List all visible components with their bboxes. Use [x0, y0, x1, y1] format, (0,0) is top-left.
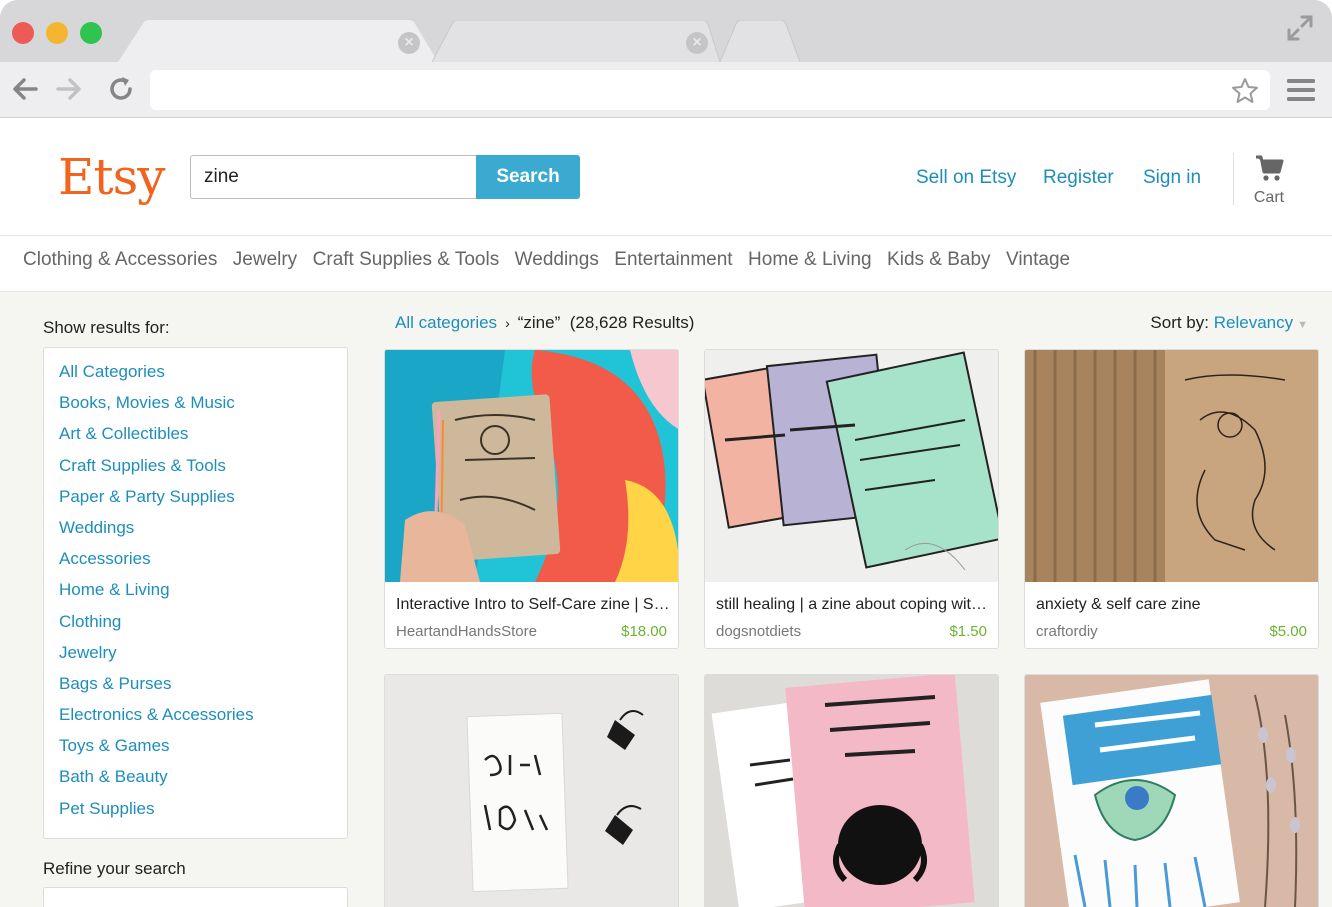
- filter-home-living[interactable]: Home & Living: [59, 578, 254, 609]
- filter-paper-party-supplies[interactable]: Paper & Party Supplies: [59, 485, 254, 516]
- filter-toys-games[interactable]: Toys & Games: [59, 734, 254, 765]
- close-icon[interactable]: ×: [398, 32, 420, 54]
- listing-card[interactable]: [384, 674, 679, 907]
- listing-price: $5.00: [1269, 623, 1307, 640]
- listing-shop[interactable]: craftordiy: [1036, 623, 1098, 640]
- catnav-item-craft-supplies[interactable]: Craft Supplies & Tools: [313, 249, 500, 271]
- new-tab-shape: [719, 20, 801, 62]
- listing-price: $18.00: [621, 623, 667, 640]
- listing-shop[interactable]: HeartandHandsStore: [396, 623, 537, 640]
- listing-image[interactable]: [385, 675, 679, 907]
- catnav-item-jewelry[interactable]: Jewelry: [233, 249, 297, 271]
- breadcrumb-query: “zine”: [517, 313, 561, 332]
- menu-icon[interactable]: [1286, 78, 1316, 102]
- maximize-window-button[interactable]: [80, 22, 102, 44]
- category-nav: Clothing & Accessories Jewelry Craft Sup…: [0, 236, 1332, 292]
- browser-window: × × Etsy zine Search Sell on Etsy Regist…: [0, 0, 1332, 907]
- listing-card[interactable]: [704, 674, 999, 907]
- etsy-logo[interactable]: Etsy: [58, 148, 165, 206]
- search-input[interactable]: [190, 155, 477, 199]
- catnav-item-home-living[interactable]: Home & Living: [748, 249, 872, 271]
- catnav-item-clothing-accessories[interactable]: Clothing & Accessories: [23, 249, 217, 271]
- close-icon[interactable]: ×: [686, 32, 708, 54]
- listing-image[interactable]: [705, 675, 999, 907]
- breadcrumb-separator: ›: [505, 315, 510, 331]
- etsy-page: Etsy Search Sell on Etsy Register Sign i…: [0, 118, 1332, 907]
- filter-bath-beauty[interactable]: Bath & Beauty: [59, 765, 254, 796]
- site-header: Etsy Search Sell on Etsy Register Sign i…: [0, 118, 1332, 236]
- listing-image[interactable]: [705, 350, 999, 582]
- listing-title[interactable]: still healing | a zine about coping with…: [716, 596, 991, 614]
- forward-arrow-icon[interactable]: [54, 74, 84, 104]
- filter-clothing[interactable]: Clothing: [59, 610, 254, 641]
- cart-button[interactable]: Cart: [1250, 154, 1288, 206]
- sidebar-title: Show results for:: [43, 318, 170, 337]
- catnav-item-entertainment[interactable]: Entertainment: [614, 249, 732, 271]
- catnav-item-kids-baby[interactable]: Kids & Baby: [887, 249, 991, 271]
- listing-image[interactable]: [385, 350, 679, 582]
- listing-card[interactable]: [1024, 674, 1319, 907]
- cart-divider: [1233, 153, 1234, 205]
- category-filter-list: All Categories Books, Movies & Music Art…: [43, 347, 348, 839]
- catnav-item-vintage[interactable]: Vintage: [1006, 249, 1070, 271]
- breadcrumb: All categories › “zine” (28,628 Results): [395, 313, 694, 333]
- filter-bags-purses[interactable]: Bags & Purses: [59, 672, 254, 703]
- filter-accessories[interactable]: Accessories: [59, 547, 254, 578]
- refine-title: Refine your search: [43, 859, 186, 878]
- register-link[interactable]: Register: [1043, 167, 1114, 189]
- browser-titlebar: × ×: [0, 0, 1332, 62]
- sort-dropdown[interactable]: Relevancy: [1214, 313, 1293, 332]
- listing-card[interactable]: Interactive Intro to Self-Care zine | Se…: [384, 349, 679, 649]
- sort-label: Sort by:: [1150, 313, 1209, 332]
- catnav-item-weddings[interactable]: Weddings: [515, 249, 599, 271]
- filter-craft-supplies-tools[interactable]: Craft Supplies & Tools: [59, 454, 254, 485]
- fullscreen-icon[interactable]: [1286, 14, 1314, 42]
- star-icon[interactable]: [1230, 76, 1260, 106]
- breadcrumb-all-categories[interactable]: All categories: [395, 313, 497, 332]
- address-bar[interactable]: [150, 70, 1270, 110]
- filter-art-collectibles[interactable]: Art & Collectibles: [59, 422, 254, 453]
- listing-title[interactable]: anxiety & self care zine: [1036, 596, 1311, 614]
- filter-all-categories[interactable]: All Categories: [59, 360, 254, 391]
- cart-icon: [1256, 155, 1284, 181]
- filter-jewelry[interactable]: Jewelry: [59, 641, 254, 672]
- new-tab-button[interactable]: [710, 20, 810, 62]
- sell-on-etsy-link[interactable]: Sell on Etsy: [916, 167, 1016, 189]
- sort-control: Sort by: Relevancy ▼: [1150, 313, 1308, 333]
- browser-toolbar: [0, 62, 1332, 118]
- result-count: (28,628 Results): [569, 313, 695, 332]
- cart-label: Cart: [1253, 189, 1285, 206]
- chevron-down-icon[interactable]: ▼: [1297, 319, 1308, 331]
- listing-image[interactable]: [1025, 350, 1319, 582]
- listing-image[interactable]: [1025, 675, 1319, 907]
- filter-books-movies-music[interactable]: Books, Movies & Music: [59, 391, 254, 422]
- tab-shape: [118, 20, 438, 62]
- reload-icon[interactable]: [106, 74, 136, 104]
- listing-price: $1.50: [949, 623, 987, 640]
- refine-box: [43, 887, 348, 907]
- search-button[interactable]: Search: [476, 155, 580, 199]
- filter-weddings[interactable]: Weddings: [59, 516, 254, 547]
- close-window-button[interactable]: [12, 22, 34, 44]
- sign-in-link[interactable]: Sign in: [1143, 167, 1201, 189]
- listing-shop[interactable]: dogsnotdiets: [716, 623, 801, 640]
- browser-tab-inactive[interactable]: ×: [420, 20, 720, 62]
- filter-pet-supplies[interactable]: Pet Supplies: [59, 797, 254, 828]
- listing-title[interactable]: Interactive Intro to Self-Care zine | Se…: [396, 596, 671, 614]
- minimize-window-button[interactable]: [46, 22, 68, 44]
- listing-card[interactable]: anxiety & self care zine craftordiy $5.0…: [1024, 349, 1319, 649]
- browser-tab-active[interactable]: ×: [118, 20, 438, 62]
- tab-shape: [431, 20, 720, 62]
- listing-card[interactable]: still healing | a zine about coping with…: [704, 349, 999, 649]
- back-arrow-icon[interactable]: [10, 74, 40, 104]
- filter-electronics-accessories[interactable]: Electronics & Accessories: [59, 703, 254, 734]
